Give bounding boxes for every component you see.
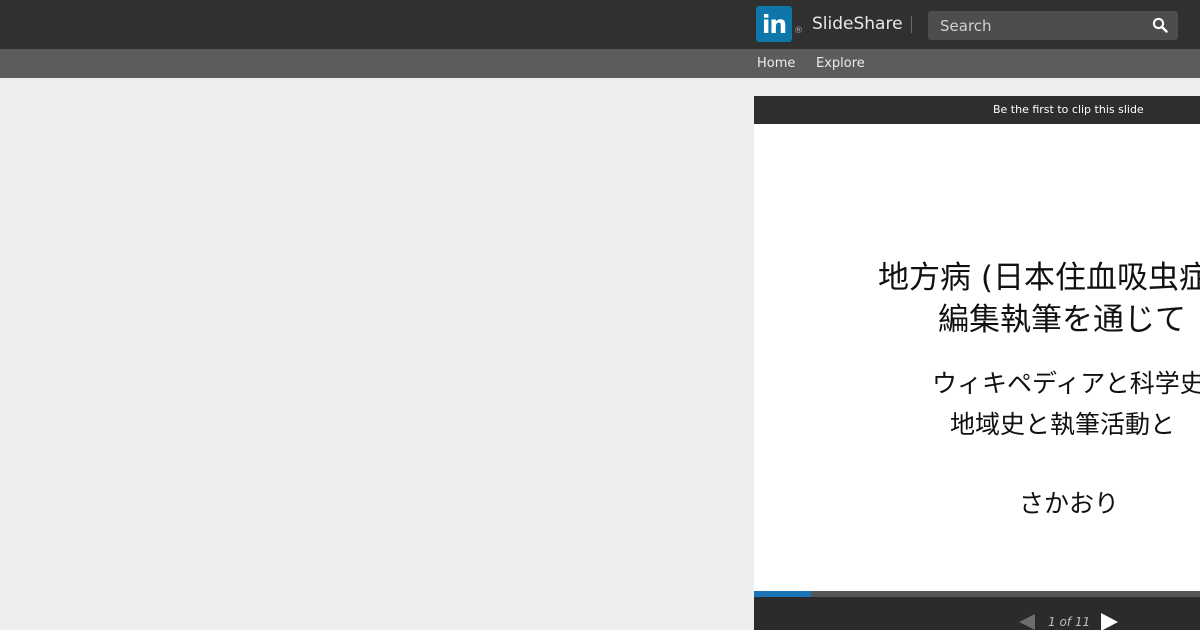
nav-home-link[interactable]: Home <box>757 56 795 71</box>
search-box <box>928 11 1178 40</box>
clip-slide-link[interactable]: Be the first to clip this slide <box>993 103 1144 116</box>
page-counter: 1 of 11 <box>1048 615 1091 629</box>
search-icon[interactable] <box>1152 17 1168 33</box>
brand-name[interactable]: SlideShare <box>812 14 903 34</box>
registered-mark: ® <box>794 26 803 36</box>
clip-bar: Be the first to clip this slide <box>754 96 1200 124</box>
player-controls: 1 of 11 <box>754 597 1200 630</box>
top-bar: in ® SlideShare <box>0 0 1200 49</box>
slide-view: 地方病 (日本住血吸虫症) 編集執筆を通じて ウィキペディアと科学史 地域史と執… <box>754 124 1200 591</box>
header-divider <box>911 16 912 33</box>
slide-author: さかおり <box>1019 489 1120 518</box>
slide-title-line-2: 編集執筆を通じて <box>938 302 1186 338</box>
sub-navigation: Home Explore <box>0 49 1200 78</box>
slide-subtitle-line-1: ウィキペディアと科学史 <box>932 369 1200 398</box>
prev-arrow-icon[interactable] <box>1017 612 1037 630</box>
slide-player: Be the first to clip this slide 地方病 (日本住… <box>754 96 1200 630</box>
next-arrow-icon[interactable] <box>1098 611 1120 630</box>
slide-title-line-1: 地方病 (日本住血吸虫症) <box>878 260 1200 296</box>
slide-subtitle-line-2: 地域史と執筆活動と <box>950 410 1176 439</box>
search-input[interactable] <box>928 11 1148 40</box>
linkedin-logo-icon[interactable]: in <box>756 6 792 42</box>
nav-explore-link[interactable]: Explore <box>816 56 865 71</box>
